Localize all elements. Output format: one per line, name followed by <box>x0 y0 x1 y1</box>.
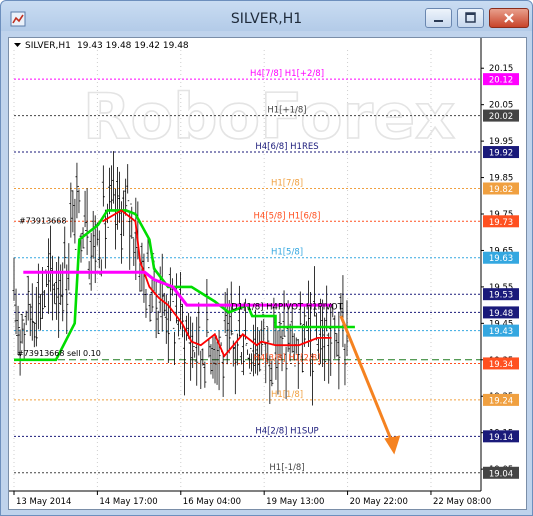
price-tag-label: 19.82 <box>489 185 513 195</box>
price-tag-label: 19.34 <box>489 360 513 370</box>
indicator-line <box>23 270 332 307</box>
price-tag-label: 19.04 <box>489 469 513 479</box>
minimize-icon <box>434 20 443 22</box>
level-label: H4[6/8] H1RES <box>255 142 318 152</box>
price-chart[interactable]: RoboForex H4[7/8] H1[+2/8]H1[+1/8]H4[6/8… <box>9 38 526 509</box>
ohlc-values: 19.43 19.48 19.42 19.48 <box>77 41 189 51</box>
time-tick-label: 22 May 08:00 <box>433 497 491 507</box>
close-icon <box>504 13 514 23</box>
level-label: D1[1/8] H4PIVOT H1PIVOT <box>231 302 343 312</box>
window-frame: SILVER,H1 RoboForex H4[7/8] H1[+2/8] H1[+… <box>0 0 533 516</box>
forecast-arrow-head-icon <box>384 435 401 455</box>
level-label: H1[-1/8] <box>269 463 304 473</box>
price-tick-label: 20.05 <box>489 101 513 111</box>
pending-order-label: #73913668 sell 0.10 <box>17 349 101 358</box>
price-tag-label: 19.63 <box>489 254 513 264</box>
chart-area[interactable]: RoboForex H4[7/8] H1[+2/8] H1[+1/8] H4[6/8… <box>8 37 527 510</box>
time-tick-label: 16 May 04:00 <box>183 497 241 507</box>
window-title: SILVER,H1 <box>230 11 303 27</box>
price-tick-label: 20.15 <box>489 64 513 74</box>
price-tag-label: 19.48 <box>489 309 513 319</box>
level-label: H4[3/8] H1[2/8] <box>254 353 321 363</box>
forecast-arrow-line <box>339 315 394 444</box>
indicator-line <box>102 209 332 358</box>
level-label: H4[7/8] H1[+2/8] <box>250 69 324 79</box>
time-tick-label: 20 May 22:00 <box>350 497 408 507</box>
level-label: H4[5/8] H1[6/8] <box>254 211 321 221</box>
symbol-label: SILVER,H1 <box>25 41 71 51</box>
order-marker-label: #73913668 <box>19 216 66 225</box>
price-tag-label: 20.12 <box>489 76 513 86</box>
price-tag-label: 19.14 <box>489 433 513 443</box>
time-tick-label: 19 May 13:00 <box>266 497 324 507</box>
price-tick-label: 19.85 <box>489 174 513 184</box>
time-tick-label: 13 May 2014 <box>16 497 71 507</box>
price-tag-label: 19.73 <box>489 218 513 228</box>
restore-button[interactable] <box>457 8 484 28</box>
price-tag-label: 19.24 <box>489 396 513 406</box>
time-tick-label: 14 May 17:00 <box>99 497 157 507</box>
price-tag-label: 19.53 <box>489 291 513 301</box>
level-label: H1[1/8] <box>271 390 303 400</box>
dropdown-arrow-icon[interactable] <box>14 43 21 47</box>
title-bar[interactable]: SILVER,H1 <box>1 1 532 37</box>
level-label: H4[2/8] H1SUP <box>255 426 318 436</box>
level-label: H1[5/8] <box>271 248 303 258</box>
price-tick-label: 19.95 <box>489 137 513 147</box>
price-tag-label: 19.92 <box>489 149 513 159</box>
price-tag-label: 20.02 <box>489 112 513 122</box>
minimize-button[interactable] <box>425 8 452 28</box>
level-label: H1[+1/8] <box>267 106 306 116</box>
restore-icon <box>465 12 476 23</box>
price-tag-label: 19.43 <box>489 327 513 337</box>
level-label: H1[7/8] <box>271 178 303 188</box>
close-button[interactable] <box>489 8 529 28</box>
